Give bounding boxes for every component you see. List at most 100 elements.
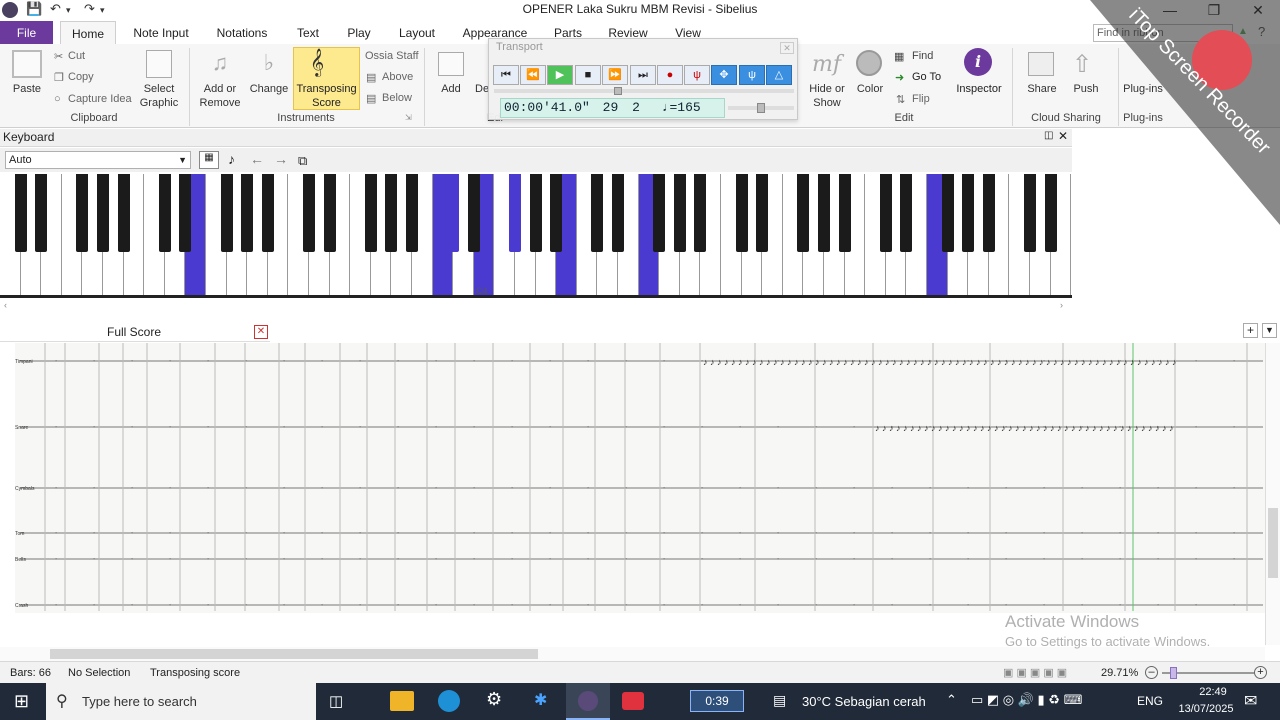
black-key[interactable] <box>612 174 624 252</box>
black-key[interactable] <box>529 174 542 252</box>
black-key[interactable] <box>818 174 830 252</box>
zoom-slider-thumb[interactable] <box>1170 667 1177 679</box>
scroll-right-icon[interactable]: › <box>1060 300 1063 310</box>
bluetooth-icon[interactable]: ✱ <box>534 690 547 710</box>
black-key[interactable] <box>14 174 27 252</box>
color-button[interactable]: Color <box>852 82 888 96</box>
instruments-launcher-icon[interactable]: ⇲ <box>405 113 412 122</box>
capture-idea-button[interactable]: Capture Idea <box>68 93 132 105</box>
add-bar-button[interactable]: Add <box>432 82 470 96</box>
scroll-left-icon[interactable]: ‹ <box>4 300 7 310</box>
black-key[interactable] <box>385 174 398 252</box>
black-key[interactable] <box>900 174 913 252</box>
flip-button[interactable]: Flip <box>912 93 930 105</box>
keyboard-mode-select[interactable]: Auto ▼ <box>5 151 191 169</box>
tab-layout[interactable]: Layout <box>392 21 442 45</box>
step-time-icon[interactable]: ♪ <box>228 151 235 167</box>
play-button[interactable]: ▶ <box>547 65 573 85</box>
black-key[interactable] <box>694 174 707 252</box>
clock-time[interactable]: 22:49 <box>1184 686 1242 698</box>
black-key[interactable] <box>76 174 89 252</box>
recording-timer[interactable]: 0:39 <box>690 690 744 712</box>
black-key[interactable] <box>550 174 563 252</box>
windows-start-icon[interactable]: ⊞ <box>14 691 29 712</box>
weather-icon[interactable]: ▤ <box>773 692 786 709</box>
metronome-button[interactable]: △ <box>766 65 792 85</box>
screen-recorder-icon[interactable] <box>622 692 644 710</box>
keyboard-scrollbar[interactable]: ‹ › <box>0 300 1072 314</box>
black-key[interactable] <box>941 174 954 252</box>
zoom-in-icon[interactable]: + <box>1254 666 1267 679</box>
select-graphic-button[interactable]: Select Graphic <box>136 82 182 110</box>
notifications-icon[interactable]: ✉ <box>1244 691 1257 711</box>
black-key[interactable] <box>117 174 130 252</box>
black-key[interactable] <box>1024 174 1036 252</box>
black-key[interactable] <box>735 174 748 252</box>
score-tab[interactable]: Full Score ✕ <box>0 322 270 342</box>
black-key[interactable] <box>447 174 460 252</box>
black-key[interactable] <box>241 174 254 252</box>
cut-button[interactable]: Cut <box>68 50 85 62</box>
tab-text[interactable]: Text <box>288 21 328 45</box>
live-playback-button[interactable]: ✥ <box>711 65 737 85</box>
taskbar-search[interactable]: ⚲ Type here to search <box>46 683 316 720</box>
copy-button[interactable]: Copy <box>68 71 94 83</box>
piano-keyboard[interactable] <box>0 174 1072 298</box>
tempo-slider-thumb[interactable] <box>757 103 765 113</box>
ossia-below-button[interactable]: Below <box>382 92 412 104</box>
black-key[interactable] <box>673 174 686 252</box>
tab-note-input[interactable]: Note Input <box>126 21 196 45</box>
playback-position-track[interactable] <box>494 89 794 93</box>
tray-app-icons[interactable]: ▭ ◩ ◎ 🔊 ▮ ♻ ⌨ <box>971 692 1082 708</box>
score-vscroll-thumb[interactable] <box>1268 508 1278 578</box>
zoom-out-icon[interactable]: – <box>1145 666 1158 679</box>
task-view-icon[interactable]: ◫ <box>329 692 343 710</box>
inspector-button[interactable]: Inspector <box>950 82 1008 96</box>
fast-forward-button[interactable]: ⏩ <box>602 65 628 85</box>
black-key[interactable] <box>797 174 810 252</box>
black-key[interactable] <box>35 174 48 252</box>
find-button[interactable]: Find <box>912 50 933 62</box>
score-horizontal-scrollbar[interactable] <box>0 647 1265 661</box>
black-key[interactable] <box>838 174 851 252</box>
weather-text[interactable]: 30°C Sebagian cerah <box>802 694 926 709</box>
black-key[interactable] <box>261 174 274 252</box>
score-hscroll-thumb[interactable] <box>50 649 538 659</box>
playback-position-thumb[interactable] <box>614 87 622 95</box>
black-key[interactable] <box>323 174 336 252</box>
full-keyboard-icon[interactable]: ⧉ <box>298 153 307 169</box>
black-key[interactable] <box>406 174 418 252</box>
black-key[interactable] <box>220 174 233 252</box>
black-key[interactable] <box>756 174 769 252</box>
file-explorer-icon[interactable] <box>390 691 414 711</box>
shift-right-icon[interactable]: → <box>274 151 288 167</box>
paste-button[interactable]: Paste <box>4 82 50 96</box>
black-key[interactable] <box>591 174 604 252</box>
click-button[interactable]: ψ <box>739 65 765 85</box>
record-button[interactable]: ● <box>657 65 683 85</box>
ossia-above-button[interactable]: Above <box>382 71 413 83</box>
black-key[interactable] <box>509 174 521 252</box>
settings-icon[interactable]: ⚙ <box>486 689 502 710</box>
black-key[interactable] <box>962 174 975 252</box>
tab-file[interactable]: File <box>0 21 53 45</box>
tab-notations[interactable]: Notations <box>208 21 276 45</box>
rewind-to-start-button[interactable]: ⏮ <box>493 65 519 85</box>
sibelius-taskbar-button[interactable] <box>566 683 610 720</box>
hide-show-button[interactable]: Hide or Show <box>802 82 852 110</box>
black-key[interactable] <box>467 174 480 252</box>
black-key[interactable] <box>97 174 109 252</box>
show-hidden-icons[interactable]: ⌃ <box>946 692 957 708</box>
black-key[interactable] <box>982 174 995 252</box>
tab-list-icon[interactable]: ▼ <box>1262 323 1277 338</box>
delete-bar-button[interactable]: De <box>475 82 489 96</box>
clock-date[interactable]: 13/07/2025 <box>1170 703 1242 715</box>
score-page[interactable]: Timpani---------------------------------… <box>15 343 1274 613</box>
rewind-button[interactable]: ⏪ <box>520 65 546 85</box>
goto-button[interactable]: Go To <box>912 71 941 83</box>
change-button[interactable]: Change <box>246 82 292 96</box>
paste-icon[interactable] <box>12 50 42 78</box>
add-tab-icon[interactable]: + <box>1243 323 1258 338</box>
stop-button[interactable]: ■ <box>575 65 601 85</box>
black-key[interactable] <box>653 174 666 252</box>
